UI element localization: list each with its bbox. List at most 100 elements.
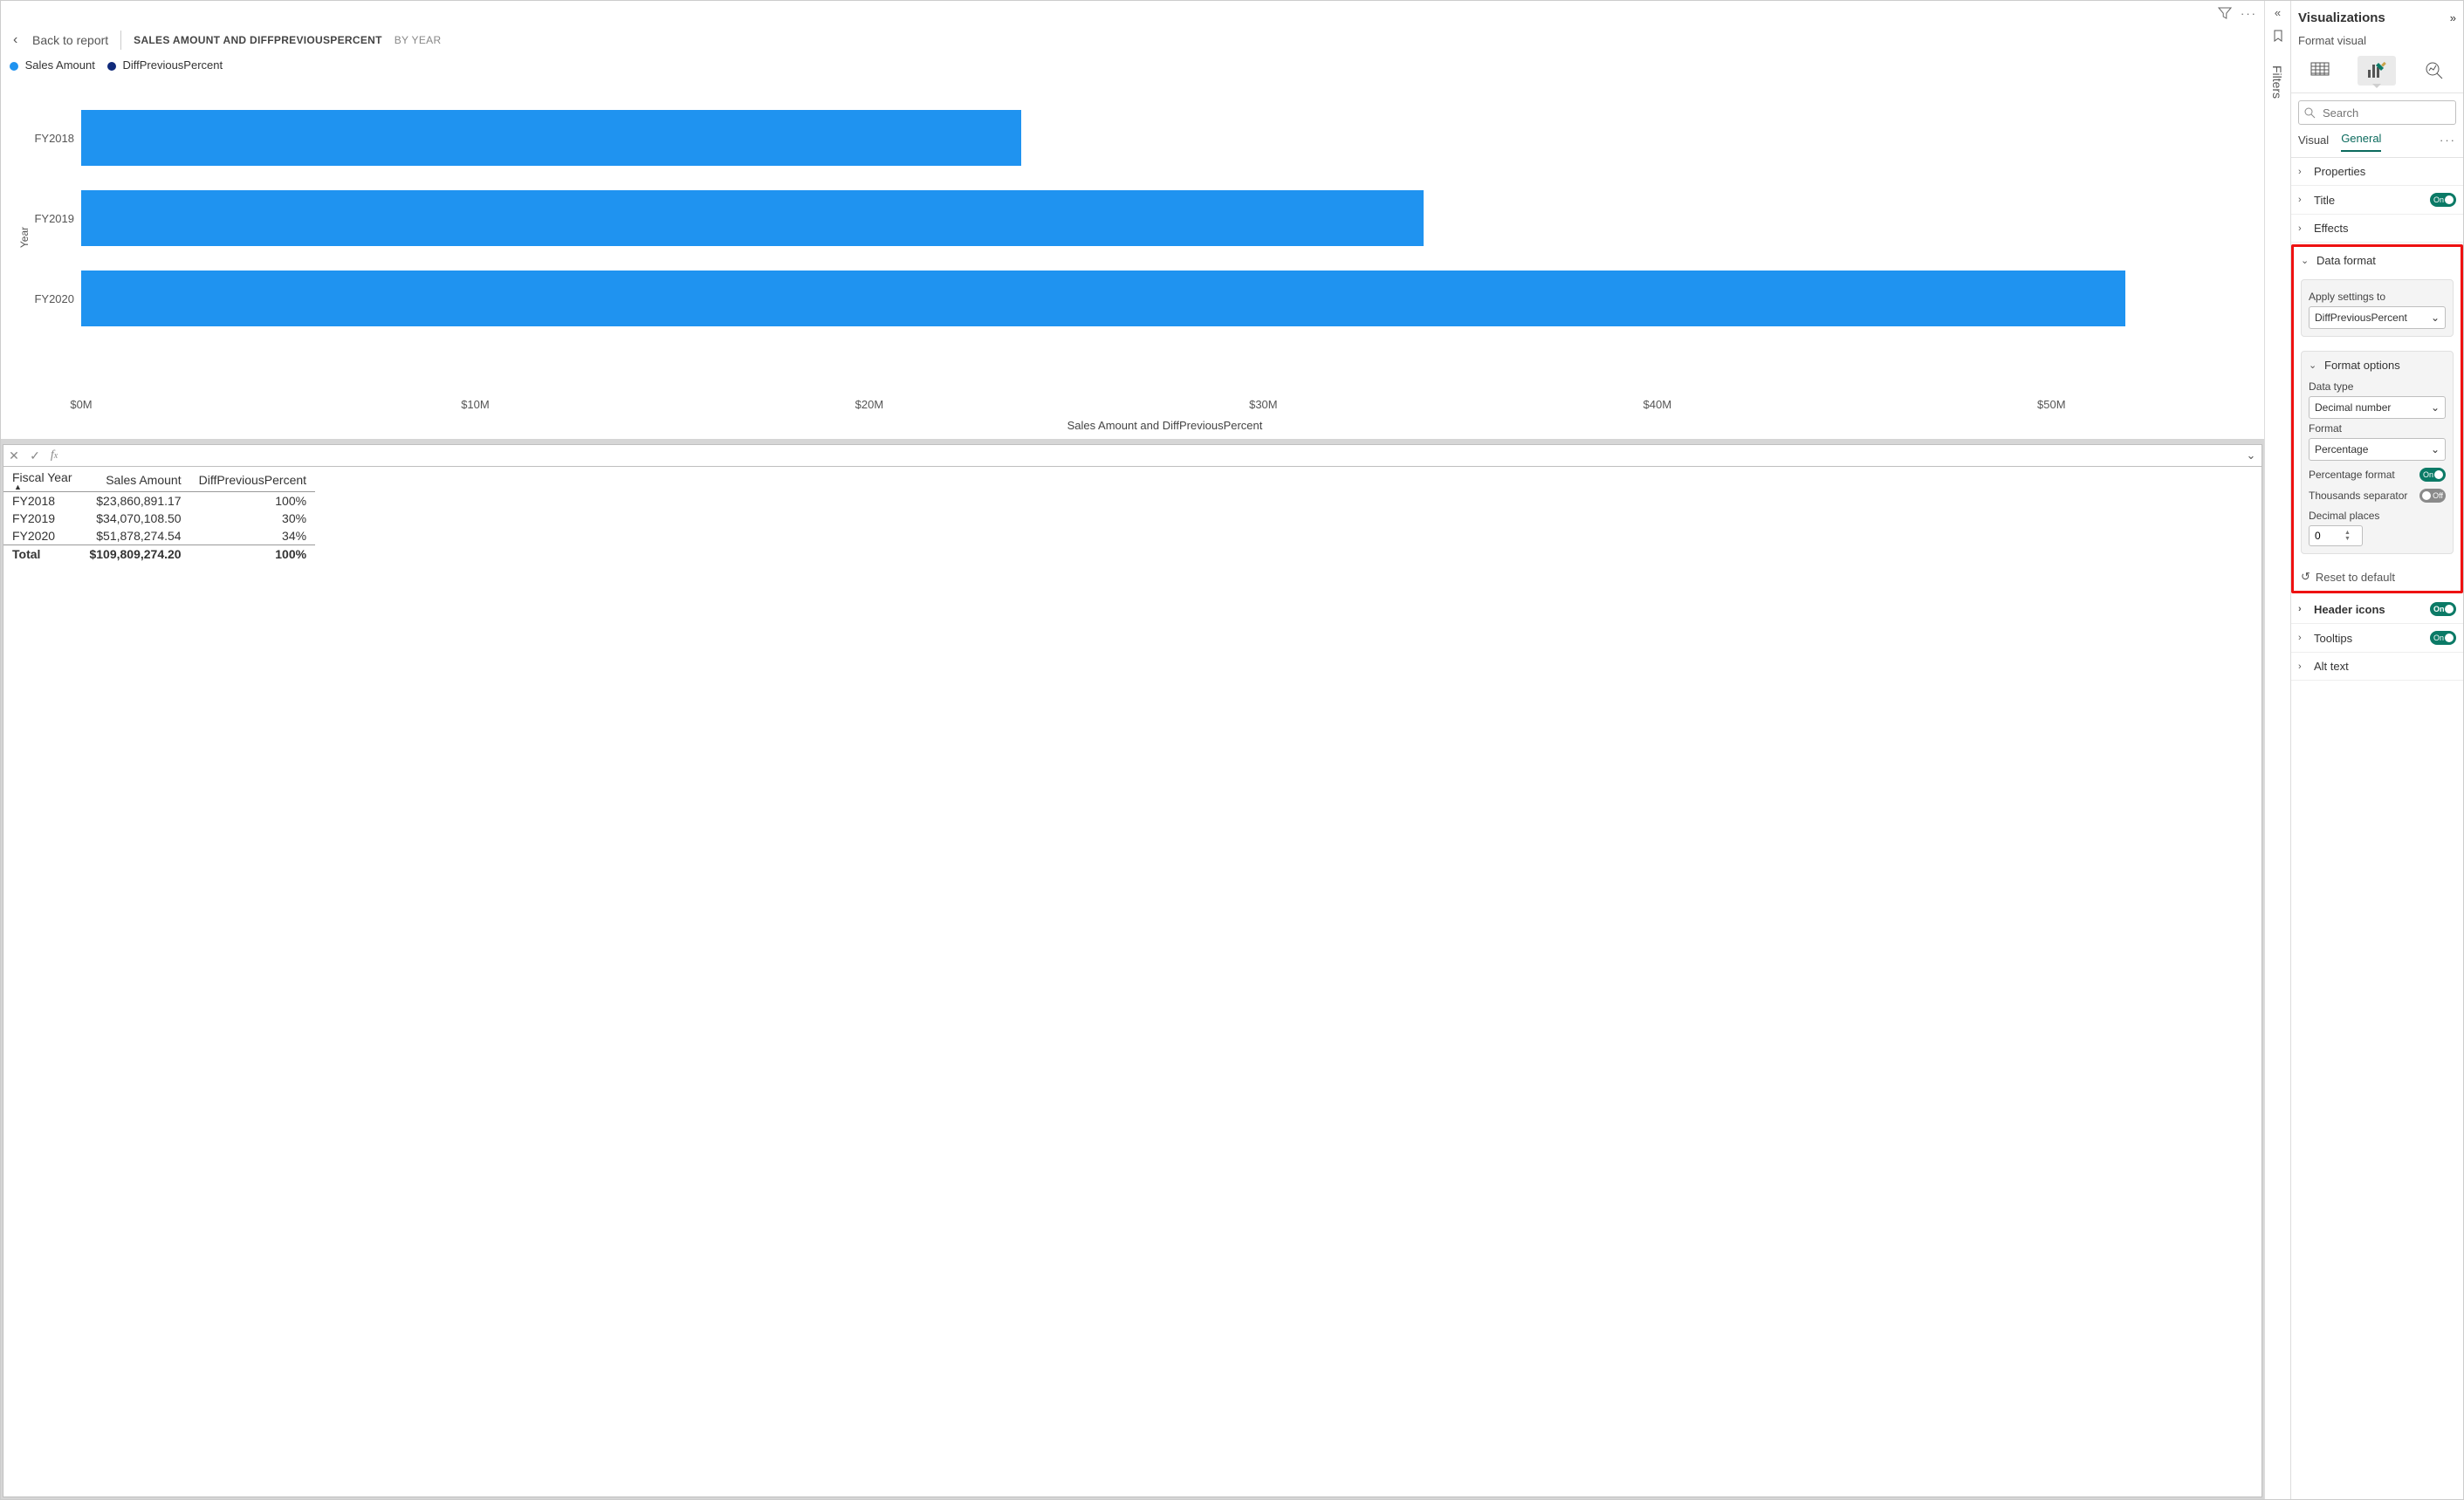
chart-xtick: $20M [855, 398, 884, 411]
chart: Year FY2018FY2019FY2020 $0M$10M$20M$30M$… [1, 77, 2264, 439]
viz-mode-row [2291, 52, 2463, 93]
legend-swatch-diff [107, 62, 116, 71]
toggle-tooltips[interactable]: On [2430, 631, 2456, 645]
chart-xtick: $30M [1249, 398, 1278, 411]
section-tooltips[interactable]: ›Tooltips On [2291, 624, 2463, 652]
back-to-report[interactable]: ‹ Back to report [13, 32, 108, 48]
build-visual-icon[interactable] [2301, 56, 2339, 86]
section-effects[interactable]: ›Effects [2291, 215, 2463, 242]
toggle-title[interactable]: On [2430, 193, 2456, 207]
tab-general[interactable]: General [2341, 132, 2381, 152]
section-alt-text[interactable]: ›Alt text [2291, 653, 2463, 680]
col-diff-prev[interactable]: DiffPreviousPercent [190, 467, 315, 492]
back-label: Back to report [32, 33, 108, 47]
report-header: ‹ Back to report SALES AMOUNT AND DIFFPR… [1, 25, 2264, 58]
chart-xtick: $50M [2037, 398, 2066, 411]
chevron-down-icon: ⌄ [2309, 360, 2319, 371]
format-select[interactable]: Percentage⌄ [2309, 438, 2446, 461]
breadcrumb-sub: BY YEAR [395, 34, 442, 46]
chevron-left-icon: ‹ [13, 32, 24, 48]
search-icon [2304, 107, 2316, 119]
chart-xtick: $10M [461, 398, 490, 411]
formula-bar: ✕ ✓ fx ⌄ [3, 444, 2262, 467]
section-header-icons[interactable]: ›Header icons On [2291, 595, 2463, 623]
table-total-row: Total$109,809,274.20100% [3, 545, 315, 564]
format-options-group: ⌄Format options Data type Decimal number… [2301, 351, 2454, 554]
decimal-places-stepper[interactable]: ▲▼ [2309, 525, 2363, 546]
pct-format-label: Percentage format [2309, 469, 2395, 481]
toggle-header-icons[interactable]: On [2430, 602, 2456, 616]
tab-more-icon[interactable]: ··· [2440, 134, 2456, 152]
apply-settings-group: Apply settings to DiffPreviousPercent⌄ [2301, 279, 2454, 337]
viz-search-input[interactable] [2321, 106, 2464, 120]
section-title[interactable]: ›Title On [2291, 186, 2463, 214]
step-down-icon[interactable]: ▼ [2344, 536, 2351, 542]
thousands-sep-label: Thousands separator [2309, 490, 2407, 502]
cancel-formula-icon[interactable]: ✕ [3, 449, 24, 463]
formula-input[interactable] [66, 445, 2241, 466]
analytics-icon[interactable] [2415, 56, 2454, 86]
divider [120, 31, 121, 50]
col-fiscal-year[interactable]: Fiscal Year▲ [3, 467, 80, 492]
col-sales-amount[interactable]: Sales Amount [80, 467, 189, 492]
data-table: Fiscal Year▲ Sales Amount DiffPreviousPe… [3, 467, 315, 563]
expand-right-icon[interactable]: » [2450, 11, 2456, 24]
step-up-icon[interactable]: ▲ [2344, 530, 2351, 536]
viz-search[interactable] [2298, 100, 2456, 125]
format-visual-icon[interactable] [2358, 56, 2396, 86]
more-icon[interactable]: ··· [2241, 7, 2257, 20]
chart-xaxis: $0M$10M$20M$30M$40M$50M [81, 398, 2248, 414]
bookmark-icon[interactable] [2272, 30, 2284, 42]
apply-settings-label: Apply settings to [2309, 291, 2446, 303]
viz-subtitle: Format visual [2291, 34, 2463, 52]
chevron-down-icon: ⌄ [2431, 312, 2440, 324]
section-data-format[interactable]: ⌄Data format [2294, 247, 2461, 274]
chart-category: FY2018 [32, 98, 81, 178]
filter-icon[interactable] [2218, 6, 2232, 20]
toggle-thousands-sep[interactable]: Off [2419, 489, 2446, 503]
chevron-right-icon: › [2298, 167, 2309, 177]
chevron-right-icon: › [2298, 661, 2309, 672]
chart-xtick: $0M [70, 398, 92, 411]
table-row[interactable]: FY2018$23,860,891.17100% [3, 492, 315, 510]
chart-bar[interactable] [81, 190, 1424, 246]
chart-bars [81, 80, 2248, 394]
legend-item-sales: Sales Amount [10, 58, 95, 72]
collapse-left-icon[interactable]: « [2275, 6, 2281, 19]
accept-formula-icon[interactable]: ✓ [24, 449, 45, 463]
apply-settings-select[interactable]: DiffPreviousPercent⌄ [2309, 306, 2446, 329]
legend-swatch-sales [10, 62, 18, 71]
viz-header: Visualizations » [2291, 1, 2463, 34]
chart-category: FY2019 [32, 178, 81, 258]
chevron-down-icon: ⌄ [2301, 255, 2311, 266]
filters-rail[interactable]: « Filters [2264, 1, 2290, 1499]
report-area: ··· ‹ Back to report SALES AMOUNT AND DI… [1, 1, 2264, 1499]
data-type-label: Data type [2309, 380, 2446, 393]
chevron-right-icon: › [2298, 195, 2309, 205]
chevron-down-icon: ⌄ [2431, 401, 2440, 414]
data-type-select[interactable]: Decimal number⌄ [2309, 396, 2446, 419]
fx-icon[interactable]: fx [45, 449, 66, 462]
table-row[interactable]: FY2019$34,070,108.5030% [3, 510, 315, 527]
decimal-places-input[interactable] [2310, 529, 2344, 543]
visualizations-pane: Visualizations » Format visual [2290, 1, 2463, 1499]
chart-bar[interactable] [81, 110, 1021, 166]
chevron-right-icon: › [2298, 223, 2309, 234]
filters-label: Filters [2271, 65, 2285, 99]
tab-visual[interactable]: Visual [2298, 134, 2329, 152]
reset-to-default[interactable]: ↺ Reset to default [2294, 563, 2461, 591]
formula-dropdown-icon[interactable]: ⌄ [2241, 449, 2262, 462]
table-row[interactable]: FY2020$51,878,274.5434% [3, 527, 315, 545]
toggle-pct-format[interactable]: On [2419, 468, 2446, 482]
data-table-section: ✕ ✓ fx ⌄ Fiscal Year▲ Sales Amount DiffP… [1, 439, 2264, 1499]
chart-xtick: $40M [1644, 398, 1672, 411]
chart-bar[interactable] [81, 271, 2125, 326]
app-root: ··· ‹ Back to report SALES AMOUNT AND DI… [0, 0, 2464, 1500]
viz-title: Visualizations [2298, 10, 2385, 25]
section-properties[interactable]: ›Properties [2291, 158, 2463, 185]
format-options-head[interactable]: ⌄Format options [2309, 359, 2446, 377]
viz-sections: ›Properties ›Title On ›Effects ⌄Data for… [2291, 158, 2463, 1499]
chart-categories: FY2018FY2019FY2020 [32, 80, 81, 394]
chart-category: FY2020 [32, 258, 81, 339]
format-label: Format [2309, 422, 2446, 435]
